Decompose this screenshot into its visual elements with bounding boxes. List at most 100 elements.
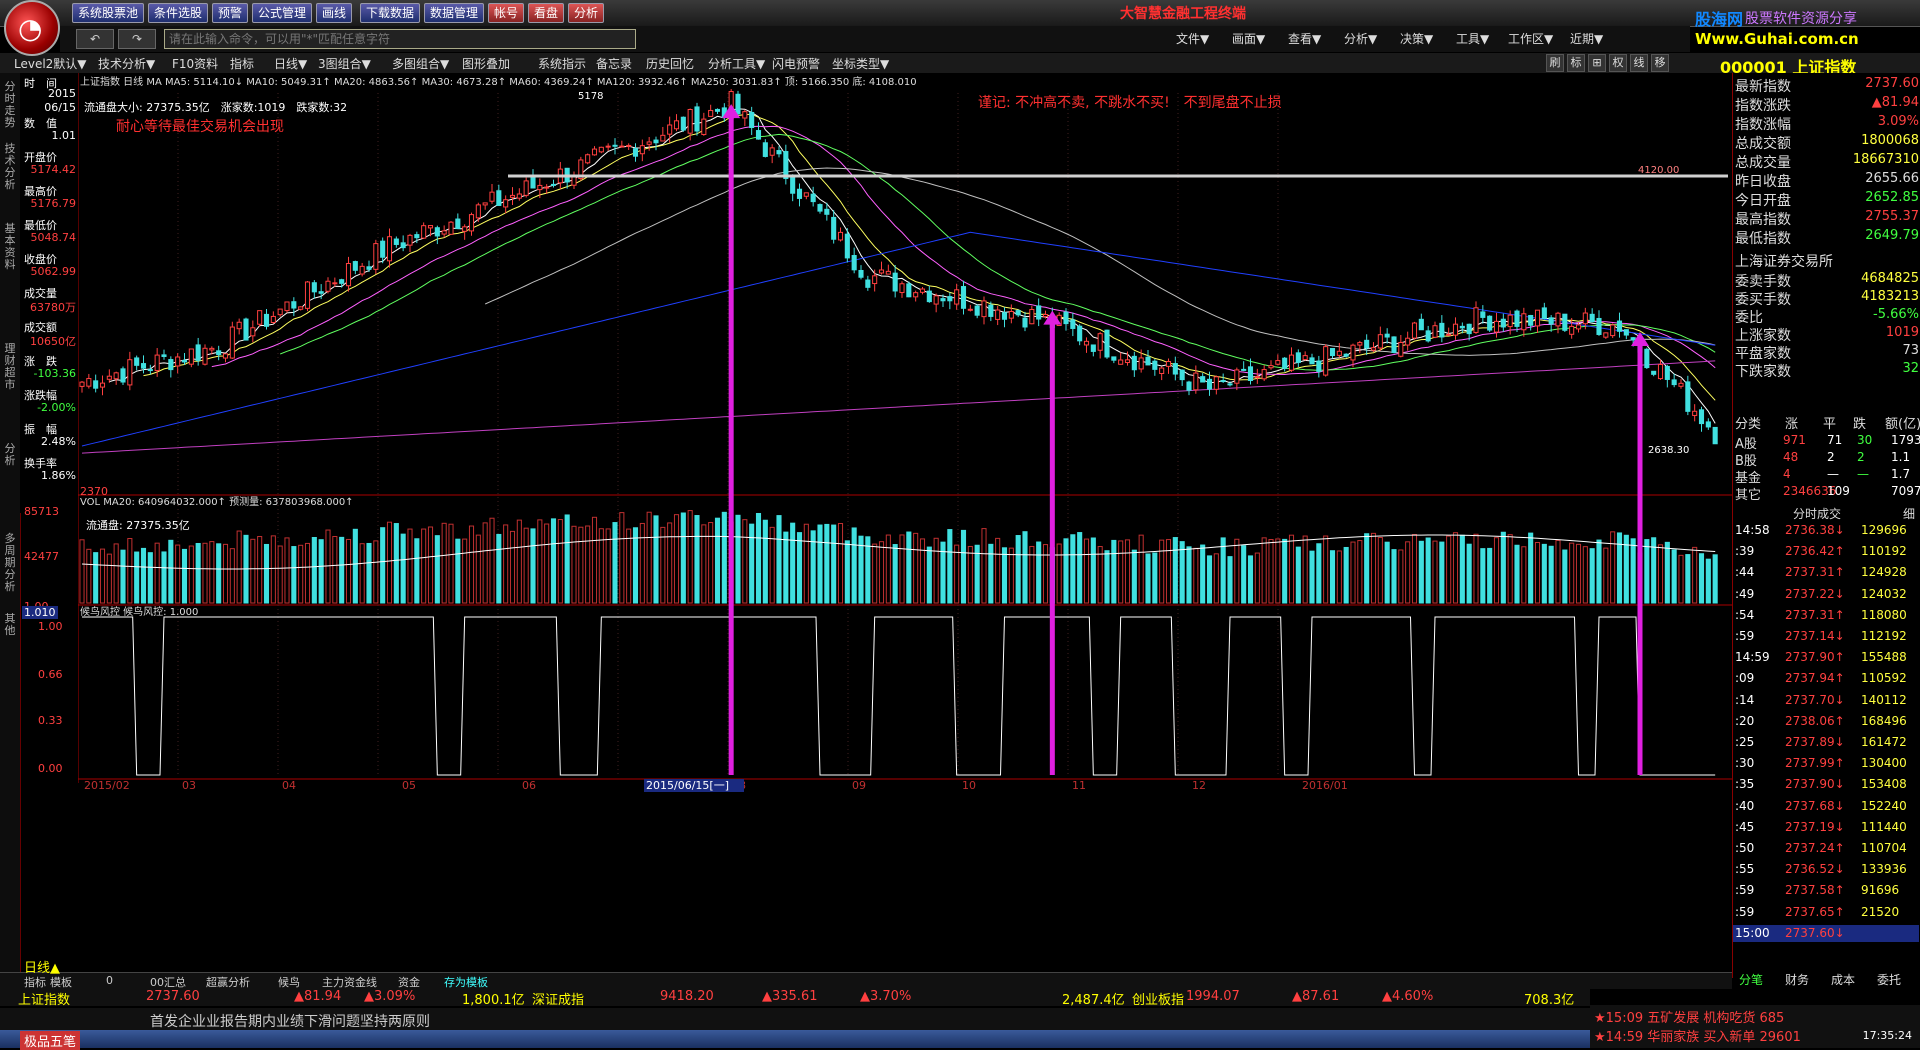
candle-body bbox=[913, 292, 919, 298]
menu-4[interactable]: 决策▼ bbox=[1400, 30, 1433, 47]
toolbar-mini-5[interactable]: 移 bbox=[1651, 54, 1669, 72]
forward-arrow-icon[interactable]: ↷ bbox=[118, 29, 156, 49]
candle-body bbox=[1159, 367, 1165, 375]
menu-0[interactable]: 文件▼ bbox=[1176, 30, 1209, 47]
top-btn-1[interactable]: 条件选股 bbox=[148, 3, 209, 23]
left-tab-3[interactable]: 理财超市 bbox=[2, 343, 18, 391]
volume-bar bbox=[1411, 534, 1418, 604]
top-red-btn-0[interactable]: 帐号 bbox=[488, 3, 525, 23]
class-head-3: 跌 bbox=[1853, 417, 1867, 432]
menu-6[interactable]: 工作区▼ bbox=[1508, 30, 1553, 47]
volume-bar bbox=[591, 516, 598, 604]
tick-price-15: 2737.24↑ bbox=[1785, 841, 1845, 855]
toolbar-item-5[interactable]: 3图组合▼ bbox=[318, 55, 371, 72]
top-red-btn-1[interactable]: 看盘 bbox=[528, 3, 565, 23]
back-arrow-icon[interactable]: ↶ bbox=[76, 29, 114, 49]
menu-7[interactable]: 近期▼ bbox=[1570, 30, 1603, 47]
top-btn-0[interactable]: 系统股票池 bbox=[72, 3, 145, 23]
toolbar-item-9[interactable]: 备忘录 bbox=[596, 55, 632, 72]
kline-chart[interactable]: 上证指数 日线 MA MA5: 5114.10↓ MA10: 5049.31↑ … bbox=[78, 73, 1732, 953]
volume-bar bbox=[1596, 539, 1602, 604]
toolbar-item-1[interactable]: 技术分析▼ bbox=[98, 55, 155, 72]
toolbar-mini-1[interactable]: 标 bbox=[1567, 54, 1585, 72]
menu-5[interactable]: 工具▼ bbox=[1456, 30, 1489, 47]
candle-body bbox=[598, 146, 604, 153]
ime-start-button[interactable]: 极品五笔 bbox=[20, 1031, 81, 1050]
volume-bar bbox=[1555, 539, 1561, 604]
info-value-2: 5176.79 bbox=[30, 197, 77, 210]
toolbar-item-8[interactable]: 系统指示 bbox=[538, 55, 586, 72]
volume-bar bbox=[113, 543, 119, 604]
candle-body bbox=[844, 233, 850, 259]
class-head-0: 分类 bbox=[1735, 417, 1762, 432]
top-red-btn-2[interactable]: 分析 bbox=[568, 3, 605, 23]
volume-bar bbox=[1398, 549, 1404, 604]
candle-body bbox=[591, 148, 598, 156]
left-tab-1[interactable]: 技术分析 bbox=[2, 143, 18, 191]
toolbar-item-6[interactable]: 多图组合▼ bbox=[392, 55, 449, 72]
ticker-item-10[interactable]: 创业板指 bbox=[1132, 989, 1184, 1008]
toolbar-item-0[interactable]: Level2默认▼ bbox=[14, 55, 87, 72]
menu-2[interactable]: 查看▼ bbox=[1288, 30, 1321, 47]
toolbar-item-4[interactable]: 日线▼ bbox=[274, 55, 307, 72]
tick-vol-5: 112192 bbox=[1861, 629, 1907, 643]
info-value-10: 1.86% bbox=[41, 469, 76, 482]
rpanel-tab-2[interactable]: 成本 bbox=[1831, 971, 1855, 988]
rpanel-tab-1[interactable]: 财务 bbox=[1785, 971, 1809, 988]
volume-bar bbox=[667, 522, 673, 604]
volume-bar bbox=[1500, 531, 1506, 604]
tick-time-15: :50 bbox=[1735, 841, 1755, 855]
volume-bar bbox=[1350, 541, 1356, 604]
volume-bar bbox=[762, 519, 768, 604]
toolbar-item-12[interactable]: 闪电预警 bbox=[772, 55, 820, 72]
candle-body bbox=[1036, 305, 1042, 320]
volume-bar bbox=[660, 526, 666, 604]
toolbar-item-2[interactable]: F10资料 bbox=[172, 55, 218, 72]
left-tab-4[interactable]: 分析 bbox=[2, 443, 18, 467]
command-input[interactable]: 请在此输入命令，可以用"*"匹配任意字符 bbox=[164, 29, 636, 49]
tick-price-9: 2738.06↑ bbox=[1785, 713, 1845, 728]
volume-bar bbox=[161, 551, 167, 604]
candle-body bbox=[837, 231, 844, 241]
left-tab-6[interactable]: 其他 bbox=[2, 613, 18, 637]
toolbar-item-11[interactable]: 分析工具▼ bbox=[708, 55, 765, 72]
time-date: 06/15 bbox=[44, 101, 76, 114]
top-btn-2[interactable]: 预警 bbox=[212, 3, 249, 23]
toolbar-mini-4[interactable]: 线 bbox=[1630, 54, 1648, 72]
left-tab-0[interactable]: 分时走势 bbox=[2, 81, 18, 129]
quote-label-6: 今日开盘 bbox=[1735, 193, 1791, 209]
order-label-1: 委买手数 bbox=[1735, 292, 1791, 308]
toolbar-item-13[interactable]: 坐标类型▼ bbox=[832, 55, 889, 72]
toolbar-mini-3[interactable]: 权 bbox=[1609, 54, 1627, 72]
ticker-item-0[interactable]: 上证指数 bbox=[18, 989, 70, 1008]
menu-1[interactable]: 画面▼ bbox=[1232, 30, 1265, 47]
toolbar-item-10[interactable]: 历史回忆 bbox=[646, 55, 694, 72]
volume-bar bbox=[1227, 556, 1233, 604]
candle-body bbox=[673, 120, 680, 130]
template-tab-2[interactable]: 0 bbox=[106, 974, 113, 987]
left-tab-5[interactable]: 多周期分析 bbox=[2, 533, 18, 593]
volume-bar bbox=[1220, 537, 1226, 604]
candle-body bbox=[1302, 355, 1308, 361]
top-btn-5[interactable]: 下载数据 bbox=[360, 3, 421, 23]
class-amt-2: 1.7 bbox=[1891, 467, 1911, 481]
rpanel-tab-0[interactable]: 分笔 bbox=[1739, 971, 1763, 988]
candle-body bbox=[229, 326, 235, 359]
rpanel-tab-3[interactable]: 委托 bbox=[1877, 971, 1901, 988]
menu-3[interactable]: 分析▼ bbox=[1344, 30, 1377, 47]
top-btn-4[interactable]: 画线 bbox=[316, 3, 353, 23]
volume-bar bbox=[1295, 546, 1301, 604]
candle-body bbox=[995, 309, 1001, 320]
alert-news-0[interactable]: ★15:09 五矿发展 机构吃货 685 bbox=[1594, 1007, 1784, 1026]
toolbar-mini-0[interactable]: 刷 bbox=[1546, 54, 1564, 72]
left-tab-2[interactable]: 基本资料 bbox=[2, 223, 18, 271]
alert-news-1[interactable]: ★14:59 华丽家族 买入新单 29601 bbox=[1594, 1026, 1801, 1045]
top-btn-3[interactable]: 公式管理 bbox=[252, 3, 313, 23]
ticks-detail-button[interactable]: 细 bbox=[1903, 505, 1915, 522]
toolbar-mini-2[interactable]: ⊞ bbox=[1588, 54, 1606, 72]
news-headline[interactable]: 首发企业业报告期内业绩下滑问题坚持两原则 bbox=[150, 1011, 430, 1031]
toolbar-item-3[interactable]: 指标 bbox=[230, 55, 254, 72]
ticker-item-5[interactable]: 深证成指 bbox=[532, 989, 584, 1008]
top-btn-6[interactable]: 数据管理 bbox=[424, 3, 485, 23]
toolbar-item-7[interactable]: 图形叠加 bbox=[462, 55, 510, 72]
